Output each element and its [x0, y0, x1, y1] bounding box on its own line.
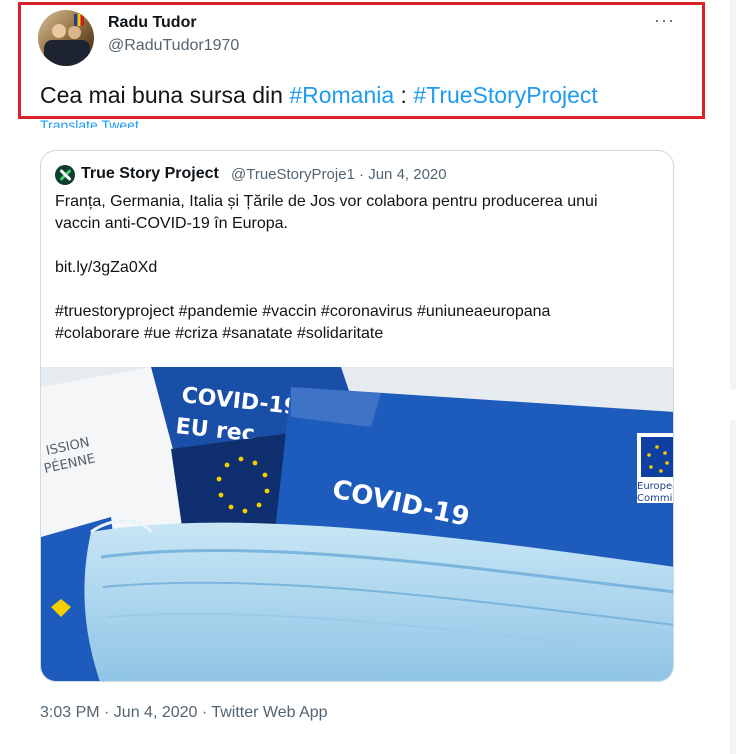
- certificate-text: Europea: [637, 481, 674, 492]
- sidebar-edge: [730, 0, 736, 390]
- highlight-box: [18, 2, 705, 119]
- sidebar-edge: [730, 420, 736, 754]
- true-story-logo-icon: [55, 165, 75, 185]
- quoted-author-meta[interactable]: @TrueStoryProje1 · Jun 4, 2020: [231, 166, 447, 183]
- quoted-tweet-body: Franța, Germania, Italia și Țările de Jo…: [55, 191, 661, 345]
- quoted-author-name[interactable]: True Story Project: [81, 165, 219, 183]
- quoted-media-image[interactable]: ISSION PÉENNE COVID-19 EU rec COVID-19 E…: [41, 367, 674, 681]
- quoted-link[interactable]: bit.ly/3gZa0Xd: [55, 257, 661, 279]
- translate-tweet-link[interactable]: Translate Tweet: [40, 118, 139, 128]
- quoted-tweet[interactable]: True Story Project @TrueStoryProje1 · Ju…: [40, 150, 674, 682]
- tweet: Radu Tudor @RaduTudor1970 ··· Cea mai bu…: [0, 0, 712, 754]
- quoted-text-line: Franța, Germania, Italia și Țările de Jo…: [55, 193, 598, 210]
- tweet-timestamp[interactable]: 3:03 PM · Jun 4, 2020 · Twitter Web App: [40, 704, 328, 722]
- quoted-text-line: vaccin anti-COVID-19 în Europa.: [55, 215, 288, 232]
- quoted-hashtags[interactable]: #truestoryproject #pandemie #vaccin #cor…: [55, 301, 661, 323]
- covid-certificate-photo: ISSION PÉENNE COVID-19 EU rec COVID-19 E…: [41, 367, 674, 681]
- certificate-text: Commiss: [637, 493, 674, 504]
- quoted-hashtags[interactable]: #colaborare #ue #criza #sanatate #solida…: [55, 323, 661, 345]
